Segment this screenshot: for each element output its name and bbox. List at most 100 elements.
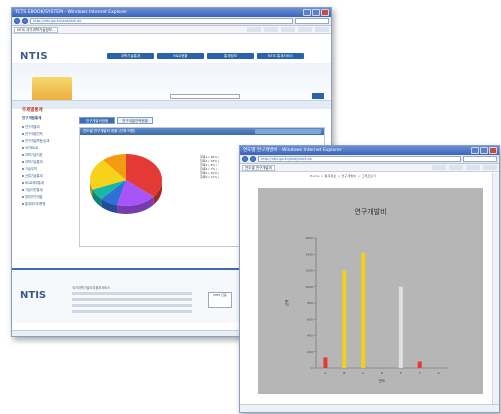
top-nav-item[interactable]: 과학기술통계 — [107, 53, 154, 59]
bullet-icon — [22, 132, 24, 135]
left-nav-item-label: 기술이전통계 — [25, 188, 43, 192]
tools-menu[interactable] — [483, 165, 497, 170]
tab-rd-personnel[interactable]: 연구개발인력현황 — [117, 117, 153, 124]
left-nav-item-label: 연구개발활동/성과 — [25, 139, 50, 143]
minimize-button[interactable] — [471, 147, 479, 154]
y-tick-label: 1400 — [305, 252, 313, 256]
bullet-icon — [22, 202, 24, 205]
forward-icon[interactable] — [22, 18, 28, 24]
chart-area: 연구개발비 0 200 400 600 800 1000 1200 1400 1600 금액 연도 A B… — [258, 188, 483, 394]
left-nav-item[interactable]: 과학기술지표 — [22, 152, 70, 157]
bullet-icon — [22, 125, 24, 128]
certification-badge: NTIS 인증 — [208, 292, 232, 308]
home-icon[interactable] — [432, 165, 446, 170]
bullet-icon — [22, 153, 24, 156]
bullet-icon — [22, 174, 24, 177]
url-input[interactable]: http://ntis.go.kr/stat/stat.do — [30, 18, 293, 24]
x-tick-label: D — [381, 371, 384, 375]
left-nav-item[interactable]: 연구개발인력 — [22, 131, 70, 136]
footer-line — [72, 304, 192, 307]
left-nav-item[interactable]: 기술이전통계 — [22, 187, 70, 192]
bar — [323, 357, 328, 368]
left-nav-item-label: R&D세부통계 — [25, 181, 44, 185]
bullet-icon — [22, 181, 24, 184]
window-titlebar[interactable]: TCTS EBOOK/SYSTEM - Windows Internet Exp… — [12, 8, 331, 17]
left-nav-item[interactable]: 국가R&D — [22, 145, 70, 150]
page-menu[interactable] — [466, 165, 480, 170]
left-nav: 주제별통계 연구개발통계 연구개발비연구개발인력연구개발활동/성과국가R&D 과학… — [22, 107, 70, 208]
maximize-button[interactable] — [312, 9, 320, 16]
top-nav-item[interactable]: 통계정보 — [207, 53, 254, 59]
print-icon[interactable] — [281, 27, 295, 32]
back-icon[interactable] — [242, 156, 248, 162]
browser-tab[interactable]: NTIS 국가과학기술정보... — [14, 26, 59, 33]
y-tick-label: 400 — [307, 334, 313, 338]
panel-header: 연도별 연구개발비 현황 (단위:억원) — [80, 128, 324, 135]
bullet-icon — [22, 139, 24, 142]
panel-options-button[interactable] — [255, 129, 321, 134]
site-search-input[interactable] — [170, 94, 240, 99]
tab-bar: 연도별 연구개발비 — [240, 164, 499, 172]
back-icon[interactable] — [14, 18, 20, 24]
vertical-scrollbar[interactable] — [492, 173, 499, 404]
top-nav: 과학기술통계 R&D현황 통계정보 NTIS 통계서비스 — [107, 53, 304, 59]
left-nav-item[interactable]: 기술무역 — [22, 166, 70, 171]
pie-chart — [90, 154, 162, 214]
forward-icon[interactable] — [250, 156, 256, 162]
top-nav-item[interactable]: NTIS 통계서비스 — [257, 53, 304, 59]
left-nav-item[interactable]: 정부연구개발 — [22, 194, 70, 199]
left-nav-item[interactable]: 연구개발활동/성과 — [22, 138, 70, 143]
minimize-button[interactable] — [303, 9, 311, 16]
close-button[interactable] — [321, 9, 329, 16]
left-nav-item-label: 정부연구개발 — [25, 195, 43, 199]
left-nav-heading: 주제별통계 — [22, 108, 43, 113]
window-titlebar[interactable]: 연도별 연구개발비 - Windows Internet Explorer — [240, 146, 499, 155]
window-title: 연도별 연구개발비 - Windows Internet Explorer — [243, 148, 342, 153]
x-tick-label: F — [419, 371, 421, 375]
left-nav-item[interactable]: 통계데이터활용 — [22, 201, 70, 206]
left-nav-item[interactable]: 연구개발비 — [22, 124, 70, 129]
left-nav-item-label: 통계데이터활용 — [25, 202, 46, 206]
home-icon[interactable] — [247, 27, 261, 32]
bar — [417, 361, 422, 368]
browser-tab[interactable]: 연도별 연구개발비 — [242, 164, 275, 171]
footer-logo: NTIS — [20, 290, 47, 301]
site-logo[interactable]: NTIS — [20, 51, 48, 62]
left-nav-item[interactable]: 과학기술통계 — [22, 159, 70, 164]
window-controls — [471, 147, 497, 154]
footer-org: 국가과학기술지식정보서비스 — [72, 286, 111, 290]
left-nav-item[interactable]: 산업기술통계 — [22, 173, 70, 178]
left-nav-item[interactable]: R&D세부통계 — [22, 180, 70, 185]
site-search-button[interactable] — [312, 93, 324, 99]
maximize-button[interactable] — [480, 147, 488, 154]
url-input[interactable]: http://ntis.go.kr/stat/chart.do — [258, 156, 461, 162]
bar — [398, 286, 403, 368]
x-tick-label: A — [324, 371, 327, 375]
tab-bar: NTIS 국가과학기술정보... — [12, 26, 331, 34]
bullet-icon — [22, 188, 24, 191]
left-nav-item-label: 기술무역 — [25, 167, 37, 171]
footer-line — [72, 310, 192, 313]
feeds-icon[interactable] — [264, 27, 278, 32]
close-button[interactable] — [489, 147, 497, 154]
footer-line — [72, 298, 192, 301]
left-nav-item-label: 연구개발비 — [25, 125, 40, 129]
left-nav-item-label: 국가R&D — [25, 146, 39, 150]
bullet-icon — [22, 160, 24, 163]
bar-chart: 연구개발비 0 200 400 600 800 1000 1200 1400 1600 금액연도 A B… — [284, 207, 448, 383]
y-tick-label: 200 — [307, 350, 313, 354]
y-axis-label: 금액 — [284, 300, 289, 306]
browser-search-input[interactable] — [295, 18, 329, 24]
left-nav-subheading[interactable]: 연구개발통계 — [22, 116, 70, 121]
browser-search-input[interactable] — [463, 156, 497, 162]
tools-menu[interactable] — [315, 27, 329, 32]
legend-entry: 항목6 ( 11% ) — [200, 175, 220, 179]
print-icon[interactable] — [449, 165, 463, 170]
tab-rd-expense[interactable]: 연구개발비현황 — [79, 117, 115, 124]
bullet-icon — [22, 195, 24, 198]
top-nav-item[interactable]: R&D현황 — [157, 53, 204, 59]
x-tick-label: B — [343, 371, 345, 375]
x-axis-label: 연도 — [379, 378, 386, 383]
footer-info: 국가과학기술지식정보서비스 — [72, 282, 192, 316]
page-menu[interactable] — [298, 27, 312, 32]
